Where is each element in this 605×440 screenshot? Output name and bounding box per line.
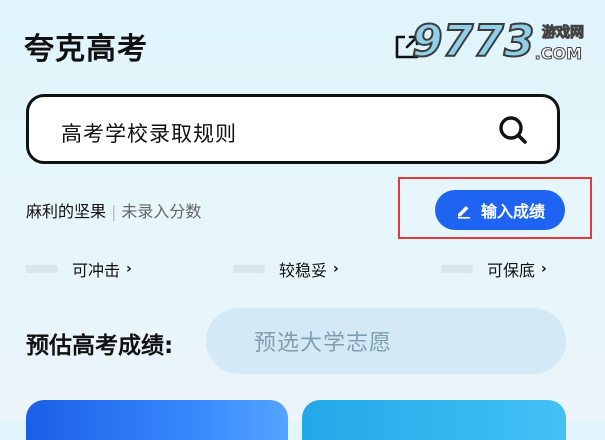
feature-card-left[interactable]: [26, 400, 288, 440]
pencil-icon: [457, 206, 470, 219]
enter-score-button[interactable]: 输入成绩: [435, 190, 565, 230]
watermark-number: 9773: [411, 15, 535, 68]
site-watermark-logo: 9773 游戏网 .COM: [411, 15, 592, 74]
tier-placeholder-bar: [26, 265, 58, 273]
feature-card-right[interactable]: [302, 400, 566, 440]
search-input[interactable]: 高考学校录取规则: [26, 94, 560, 164]
tier-placeholder-bar: [441, 265, 473, 273]
watermark-site-name: 游戏网: [542, 25, 585, 42]
tier-safe[interactable]: 较稳妥 ›: [233, 257, 339, 281]
tier-reach[interactable]: 可冲击 ›: [26, 257, 132, 281]
score-status: 未录入分数: [121, 202, 202, 221]
chevron-right-icon: ›: [126, 261, 132, 277]
user-name: 麻利的坚果: [26, 202, 107, 221]
user-info: 麻利的坚果 | 未录入分数: [26, 198, 201, 222]
enter-score-label: 输入成绩: [480, 202, 545, 221]
tier-placeholder-bar: [233, 265, 265, 273]
search-icon[interactable]: [497, 114, 529, 146]
estimate-score-label: 预估高考成绩:: [26, 333, 174, 359]
tier-label: 可冲击: [72, 261, 121, 280]
chevron-right-icon: ›: [333, 261, 339, 277]
preselect-university-button[interactable]: 预选大学志愿: [206, 308, 566, 374]
tier-label: 较稳妥: [279, 261, 328, 280]
preselect-university-label: 预选大学志愿: [254, 331, 393, 356]
page-title: 夸克高考: [24, 32, 148, 67]
search-query-text: 高考学校录取规则: [61, 122, 237, 146]
tier-backup[interactable]: 可保底 ›: [441, 257, 547, 281]
user-separator: |: [111, 202, 117, 221]
watermark-domain: .COM: [534, 44, 582, 64]
tier-label: 可保底: [487, 261, 536, 280]
chevron-right-icon: ›: [541, 261, 547, 277]
